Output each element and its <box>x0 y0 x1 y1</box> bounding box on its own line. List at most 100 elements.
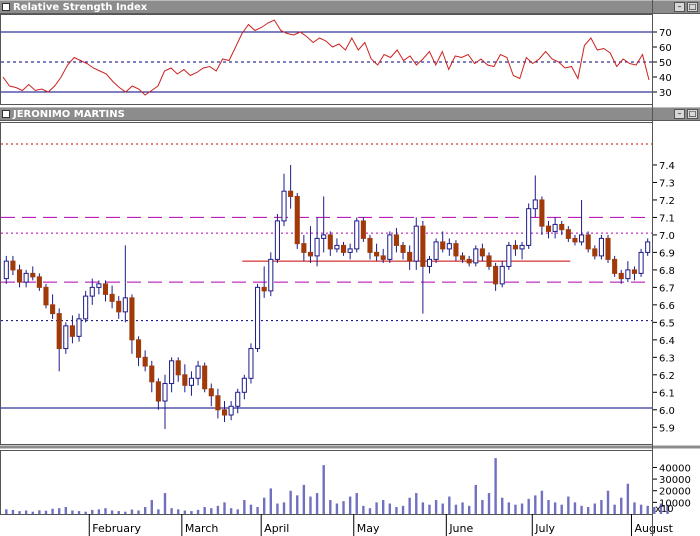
volume-bar <box>454 504 458 514</box>
candle-body <box>16 269 23 283</box>
candle-body <box>241 377 247 393</box>
candle-body <box>314 237 320 257</box>
volume-bar <box>415 493 418 514</box>
volume-bar <box>520 503 524 514</box>
candle-body <box>76 318 82 337</box>
volume-bar <box>124 511 127 514</box>
volume-bar <box>573 502 577 514</box>
volume-bar <box>18 511 21 514</box>
volume-bar <box>362 505 365 514</box>
volume-bar <box>243 500 246 514</box>
candle-body <box>109 293 115 302</box>
candle-body <box>579 234 585 243</box>
volume-bar <box>256 507 259 514</box>
volume-bar <box>51 508 54 514</box>
candle-body <box>116 300 122 313</box>
candle-body <box>129 297 135 341</box>
price-tick-label: 7.4 <box>659 161 675 172</box>
candle-body <box>195 365 201 379</box>
volume-bar <box>302 484 306 514</box>
volume-bar <box>157 509 160 514</box>
candle-body <box>235 391 241 407</box>
price-tick-label: 6.8 <box>659 266 675 277</box>
volume-bar <box>428 504 431 514</box>
candle-body <box>493 265 499 285</box>
candle-body <box>473 248 479 264</box>
volume-bar <box>600 500 603 514</box>
volume-bar <box>474 484 477 514</box>
candle-body <box>559 223 565 231</box>
candle-body <box>519 244 525 250</box>
candle-body <box>294 195 300 245</box>
volume-bar <box>421 502 425 514</box>
candle-body <box>96 283 102 288</box>
price-tick-label: 6.4 <box>659 336 675 347</box>
candle-body <box>136 339 142 358</box>
candle-body <box>169 360 175 385</box>
candle-body <box>506 244 512 267</box>
candle-body <box>592 248 598 257</box>
volume-bar <box>540 490 544 514</box>
candle-body <box>347 248 353 253</box>
candle-body <box>466 258 472 264</box>
volume-bar <box>110 510 114 514</box>
price-tick-label: 6.3 <box>659 353 675 364</box>
candle-body <box>440 241 446 250</box>
candle-body <box>625 269 631 280</box>
volume-bar <box>547 500 550 514</box>
rsi-tick-label: 30 <box>659 88 672 99</box>
price-tick-label: 6.2 <box>659 371 675 382</box>
candle-body <box>354 220 360 250</box>
volume-tick-label: 20000 <box>659 487 691 498</box>
volume-bar <box>309 496 312 514</box>
price-tick-label: 6.9 <box>659 248 675 259</box>
candle-body <box>585 234 591 250</box>
volume-bar <box>613 504 616 514</box>
volume-bar <box>77 511 81 514</box>
volume-bar <box>210 508 213 514</box>
price-tick-label: 7.2 <box>659 196 675 207</box>
volume-bar <box>322 465 325 514</box>
volume-bar <box>249 504 253 514</box>
candle-body <box>612 258 618 274</box>
candle-body <box>43 286 49 306</box>
month-label: August <box>634 522 673 535</box>
candle-body <box>268 258 274 292</box>
rsi-tick-label: 70 <box>659 28 672 39</box>
volume-bar <box>71 510 74 514</box>
candle-body <box>175 360 181 376</box>
volume-bar <box>170 508 173 514</box>
candle-body <box>248 348 254 379</box>
rsi-tick-label: 40 <box>659 73 672 84</box>
volume-bar <box>487 493 491 514</box>
volume-bar <box>368 508 372 514</box>
volume-bar <box>375 502 378 514</box>
volume-bar <box>44 510 48 514</box>
chart-area[interactable]: 70 60 50 40 30 7.4 7.3 7.2 7.1 7.0 6.9 6.8 6.7 6.6 6.5… <box>0 0 700 536</box>
volume-bar <box>567 496 570 514</box>
volume-bar <box>441 503 444 514</box>
volume-bar <box>560 504 563 514</box>
candle-body <box>288 190 294 197</box>
volume-bar <box>91 509 94 514</box>
volume-bar <box>11 509 15 514</box>
candle-body <box>63 325 69 350</box>
candle-body <box>393 234 399 246</box>
candle-body <box>460 255 466 260</box>
candle-body <box>400 244 406 253</box>
candle-body <box>631 269 638 274</box>
candle-body <box>142 356 148 367</box>
volume-bar <box>401 505 405 514</box>
candle-body <box>552 223 558 232</box>
volume-bar <box>534 495 537 514</box>
candle-body <box>380 255 386 260</box>
volume-bar <box>282 502 286 514</box>
candle-body <box>413 225 419 262</box>
candle-body <box>228 405 234 416</box>
candle-body <box>182 374 188 386</box>
candle-body <box>426 258 433 267</box>
volume-bar <box>580 505 583 514</box>
volume-bar <box>289 490 292 514</box>
candle-body <box>215 395 221 411</box>
candle-body <box>526 208 532 246</box>
